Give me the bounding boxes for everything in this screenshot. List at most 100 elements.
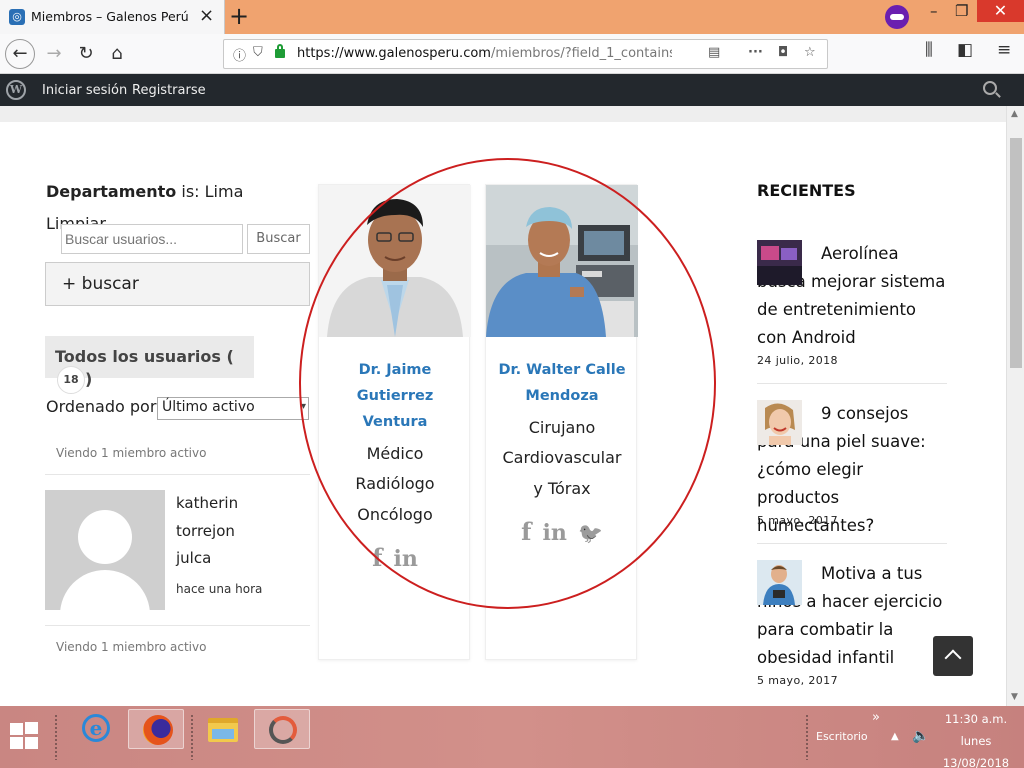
taskbar-firefox[interactable] [128, 709, 184, 749]
minimize-button[interactable]: – [930, 2, 938, 20]
doctor-social-links: f in 🐦 [486, 517, 638, 546]
avatar-head [78, 510, 132, 564]
avatar-body [60, 570, 150, 610]
browser-tab-active[interactable]: ◎ Miembros – Galenos Perú × [0, 0, 225, 34]
sidebar-toggle-icon[interactable]: ◧ [957, 40, 973, 60]
internet-explorer-icon: e [82, 714, 110, 742]
doctor-specialty-line: Cirujano [528, 418, 596, 437]
tray-expand-icon[interactable]: ▲ [891, 731, 899, 742]
desktop-toolbar-label[interactable]: Escritorio [816, 730, 868, 743]
doctor-specialty-line: y Tórax [533, 479, 591, 498]
site-info-icon[interactable]: ⓘ [233, 45, 246, 64]
post-thumbnail[interactable] [757, 400, 802, 445]
scrollbar-thumb[interactable] [1010, 138, 1022, 368]
divider [45, 625, 310, 626]
reload-icon[interactable]: ↻ [72, 40, 100, 68]
post-thumbnail[interactable] [757, 240, 802, 285]
url-path: /miembros/?field_1_contains=& [490, 46, 672, 61]
more-search-toggle[interactable]: + buscar [45, 262, 310, 306]
home-icon[interactable]: ⌂ [103, 40, 131, 68]
recent-posts-heading: RECIENTES [757, 181, 856, 200]
page-scrollbar[interactable]: ▲ ▼ [1006, 106, 1024, 706]
member-name-line[interactable]: katherin [176, 494, 238, 512]
forward-arrow-icon[interactable]: → [40, 40, 68, 68]
tab-close-icon[interactable]: × [199, 5, 214, 26]
site-header-strip [0, 106, 1006, 122]
wordpress-logo-icon[interactable]: W [6, 80, 26, 100]
member-last-active: hace una hora [176, 582, 263, 596]
page-content: Departamento is: Lima Limpiar Buscar + b… [0, 106, 1006, 706]
doctor-name-line[interactable]: Dr. Walter Calle [486, 357, 638, 383]
address-bar[interactable]: ⓘ ⛉ https://www.galenosperu.com/miembros… [223, 39, 828, 69]
user-search-input[interactable] [61, 224, 243, 254]
back-to-top-button[interactable] [933, 636, 973, 676]
taskbar-grip[interactable] [805, 714, 809, 760]
linkedin-icon[interactable]: in [394, 546, 418, 572]
recent-post[interactable]: Aerolínea busca mejorar sistema de entre… [757, 240, 947, 370]
clock-day: lunes [960, 734, 992, 748]
doctor-name-line[interactable]: Gutierrez [319, 383, 471, 409]
scroll-up-icon[interactable]: ▲ [1011, 109, 1018, 119]
screen-recorder-icon [269, 716, 297, 744]
pocket-icon[interactable]: ◘ [778, 45, 788, 60]
scroll-down-icon[interactable]: ▼ [1011, 692, 1018, 702]
back-arrow-icon[interactable]: ← [5, 39, 35, 69]
department-label: Departamento [46, 182, 177, 201]
new-tab-button[interactable]: + [229, 2, 249, 30]
admin-search-icon[interactable] [983, 81, 997, 95]
doctor-specialty-line: Radiólogo [355, 474, 435, 493]
system-clock[interactable]: 11:30 a.m. lunes 13/08/2018 [940, 708, 1012, 768]
login-link[interactable]: Iniciar sesión [42, 83, 127, 98]
doctor-name-line[interactable]: Ventura [319, 409, 471, 435]
hamburger-menu-icon[interactable]: ≡ [997, 40, 1011, 60]
maximize-button[interactable]: ❐ [955, 2, 968, 20]
doctor-name-line[interactable]: Dr. Jaime [319, 357, 471, 383]
member-name-line[interactable]: julca [176, 549, 211, 567]
doctor-photo[interactable] [486, 185, 638, 337]
secure-lock-icon [275, 44, 285, 58]
windows-start-button[interactable] [10, 722, 40, 750]
facebook-icon[interactable]: f [521, 517, 531, 546]
tab-title: Miembros – Galenos Perú [31, 9, 189, 24]
doctor-card[interactable]: Dr. Jaime Gutierrez Ventura Médico Radió… [318, 184, 471, 660]
order-by-label: Ordenado por: [46, 397, 162, 416]
taskbar-grip[interactable] [54, 714, 58, 760]
page-actions-icon[interactable]: ··· [748, 45, 763, 60]
facebook-icon[interactable]: f [372, 543, 382, 572]
post-divider [757, 383, 947, 384]
member-name-line[interactable]: torrejon [176, 522, 235, 540]
member-avatar[interactable] [45, 490, 165, 610]
bookmark-star-icon[interactable]: ☆ [804, 45, 816, 60]
dropdown-chevron-icon: ▾ [300, 401, 306, 412]
url-text[interactable]: https://www.galenosperu.com/miembros/?fi… [297, 46, 672, 61]
twitter-icon[interactable]: 🐦 [578, 521, 603, 545]
doctor-card[interactable]: Dr. Walter Calle Mendoza Cirujano Cardio… [485, 184, 638, 660]
order-by-select[interactable]: Último activo ▾ [157, 397, 309, 420]
all-users-tab[interactable]: Todos los usuarios (18) [45, 336, 254, 394]
post-date: 24 julio, 2018 [757, 354, 838, 367]
volume-icon[interactable]: 🔈 [912, 728, 929, 744]
doctor-name-line[interactable]: Mendoza [486, 383, 638, 409]
taskbar-screen-recorder[interactable] [254, 709, 310, 749]
firefox-icon [143, 715, 173, 745]
windows-logo-pane [25, 737, 38, 749]
taskbar-file-explorer[interactable] [194, 709, 250, 749]
tracking-shield-icon[interactable]: ⛉ [253, 45, 263, 60]
recent-post[interactable]: 9 consejos para una piel suave: ¿cómo el… [757, 400, 947, 535]
divider [45, 474, 310, 475]
linkedin-icon[interactable]: in [543, 520, 567, 546]
post-thumbnail[interactable] [757, 560, 802, 605]
search-button[interactable]: Buscar [247, 224, 310, 254]
members-count-text: Viendo 1 miembro activo [56, 446, 207, 460]
register-link[interactable]: Registrarse [132, 83, 206, 98]
toolbar-expand-chevron[interactable]: » [872, 710, 880, 725]
reader-view-icon[interactable]: ▤ [708, 45, 720, 60]
library-icon[interactable]: ⫼ [925, 40, 933, 60]
file-explorer-icon [208, 718, 238, 742]
browser-nav-bar: ← → ↻ ⌂ ⓘ ⛉ https://www.galenosperu.com/… [0, 34, 1024, 74]
recent-post[interactable]: Motiva a tus niños a hacer ejercicio par… [757, 560, 947, 690]
windows-logo-pane [25, 722, 38, 734]
taskbar-internet-explorer[interactable]: e [68, 709, 124, 749]
doctor-photo[interactable] [319, 185, 471, 337]
window-close-button[interactable]: ✕ [977, 0, 1024, 22]
